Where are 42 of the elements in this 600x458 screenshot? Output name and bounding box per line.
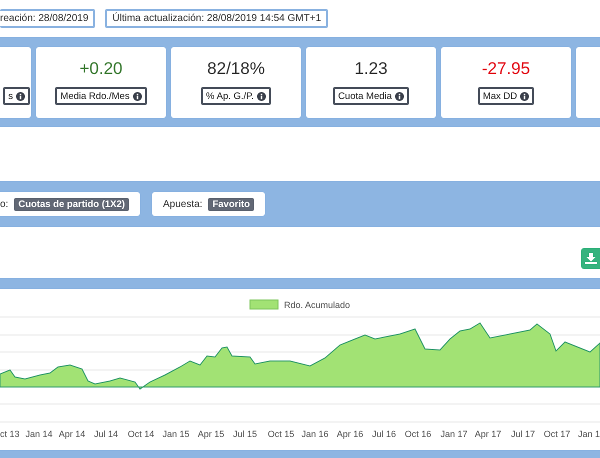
info-icon xyxy=(132,92,142,100)
stat-label: % Ap. G./P. xyxy=(206,90,254,102)
stat-value: 82/18% xyxy=(207,59,265,79)
axis-label: Jan 1 xyxy=(578,429,600,439)
axis-label: Jan 16 xyxy=(301,429,329,439)
filter-value: Cuotas de partido (1X2) xyxy=(14,198,129,210)
info-icon xyxy=(394,92,404,100)
axis-label: ct 13 xyxy=(0,429,20,439)
axis-label: Apr 17 xyxy=(474,429,502,439)
stat-label: s xyxy=(8,90,13,102)
date-label: reación: 28/08/2019 xyxy=(0,9,96,28)
download-button[interactable] xyxy=(581,248,600,268)
axis-label: Jul 16 xyxy=(372,429,396,439)
axis-label: Apr 14 xyxy=(58,429,86,439)
axis-label: Apr 16 xyxy=(336,429,364,439)
axis-label: Oct 17 xyxy=(544,429,570,439)
filter-label: Apuesta: xyxy=(162,198,202,210)
filter-label: o: xyxy=(0,198,8,210)
axis-label: Jul 14 xyxy=(94,429,118,439)
stat-value: +0.20 xyxy=(79,59,122,79)
filter-value: Favorito xyxy=(208,198,254,210)
axis-label: Jan 15 xyxy=(162,429,190,439)
stat-value: 1.23 xyxy=(354,59,388,79)
axis-label: Oct 16 xyxy=(404,429,432,439)
stat-label: Cuota Media xyxy=(338,90,392,102)
legend-swatch xyxy=(250,300,278,310)
axis-label: Jul 17 xyxy=(510,429,536,439)
axis-label: Apr 15 xyxy=(198,429,224,439)
axis-label: Oct 15 xyxy=(268,429,294,439)
stat-label: Media Rdo./Mes xyxy=(60,90,130,102)
info-icon xyxy=(256,92,266,100)
axis-label: Jan 14 xyxy=(25,429,53,439)
stat-label: Max DD xyxy=(482,90,518,102)
stat-value: -27.95 xyxy=(482,59,530,79)
info-icon xyxy=(520,92,530,100)
legend-label: Rdo. Acumulado xyxy=(284,300,350,310)
date-label: Última actualización: 28/08/2019 14:54 GMT+1 xyxy=(105,9,328,28)
axis-label: Oct 14 xyxy=(128,429,154,439)
axis-label: Jul 15 xyxy=(232,429,258,439)
info-icon xyxy=(16,92,25,100)
download-icon xyxy=(584,252,596,264)
axis-label: Jan 17 xyxy=(440,429,468,439)
